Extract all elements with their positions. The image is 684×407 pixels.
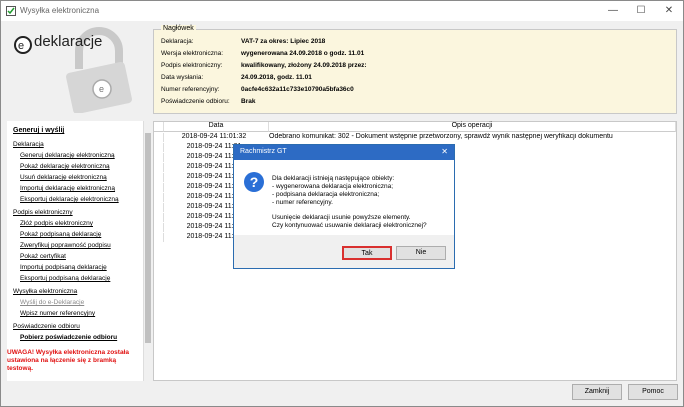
sidebar-item-deklaracja[interactable]: Deklaracja (13, 141, 44, 148)
row-selector-icon (154, 213, 164, 222)
row-selector-icon (154, 163, 164, 172)
header-value: kwalifikowany, złożony 24.09.2018 przez: (241, 62, 367, 69)
row-selector-icon (154, 183, 164, 192)
dialog-message-line: - podpisana deklaracja elektroniczna; (272, 191, 380, 198)
row-date: 2018-09-24 11:01:32 (181, 133, 247, 140)
sidebar-item-send: Wyślij do e-Deklaracje (20, 299, 85, 306)
edeklaracje-logo: e e deklaracje (9, 25, 139, 115)
row-selector-icon (154, 223, 164, 232)
header-value: 0acfe4c632a11c733e10790a5bfa36c0 (241, 86, 354, 93)
header-label: Numer referencyjny: (161, 86, 220, 93)
sidebar-item-sending[interactable]: Wysyłka elektroniczna (13, 288, 77, 295)
yes-button[interactable]: Tak (342, 246, 392, 260)
dialog-message-line: - numer referencyjny. (272, 199, 333, 206)
column-header-label: Data (208, 122, 224, 129)
sidebar-item-receipt[interactable]: Poświadczenie odbioru (13, 323, 80, 330)
sidebar: Generuj i wyślij Deklaracja Generuj dekl… (7, 121, 143, 381)
svg-text:e: e (18, 40, 24, 52)
column-header-label: Opis operacji (451, 122, 493, 129)
dialog-message-line: - wygenerowana deklaracja elektroniczna; (272, 183, 394, 190)
header-value: Brak (241, 98, 256, 105)
logo-text: deklaracje (34, 33, 103, 50)
header-label: Wersja elektroniczna: (161, 50, 224, 57)
confirm-dialog: Rachmistrz GT ✕ ? Dla deklaracji istniej… (233, 144, 455, 269)
sidebar-item-generate[interactable]: Generuj deklarację elektroniczną (20, 152, 115, 159)
app-icon (6, 6, 16, 16)
main-window: Wysyłka elektroniczna — ☐ ✕ e e deklarac… (0, 0, 684, 407)
row-selector-icon (154, 173, 164, 182)
title-bar: Wysyłka elektroniczna — ☐ ✕ (1, 1, 683, 21)
sidebar-item-import[interactable]: Importuj deklarację elektroniczną (20, 185, 115, 192)
dialog-message-line: Dla deklaracji istnieją następujące obie… (272, 175, 395, 182)
no-button[interactable]: Nie (396, 246, 446, 260)
sidebar-item-certificate[interactable]: Pokaż certyfikat (20, 253, 66, 260)
help-button[interactable]: Pomoc (628, 384, 678, 400)
sidebar-item-show-signed[interactable]: Pokaż podpisaną deklarację (20, 231, 101, 238)
row-selector-icon (154, 193, 164, 202)
row-selector-icon (154, 203, 164, 212)
sidebar-item-reference[interactable]: Wpisz numer referencyjny (20, 310, 95, 317)
column-header-description[interactable]: Opis operacji (269, 122, 676, 132)
header-value: wygenerowana 24.09.2018 o godz. 11.01 (241, 50, 365, 57)
header-value: VAT-7 za okres: Lipiec 2018 (241, 38, 326, 45)
sidebar-item-signature[interactable]: Podpis elektroniczny (13, 209, 73, 216)
scrollbar-thumb[interactable] (145, 133, 151, 343)
sidebar-item-export[interactable]: Eksportuj deklarację elektroniczną (20, 196, 119, 203)
dialog-footer: Tak Nie (234, 235, 454, 268)
table-row[interactable]: 2018-09-24 11:01:32 Odebrano komunikat: … (154, 133, 676, 142)
dialog-message-line: Usunięcie deklaracji usunie powyższe ele… (272, 214, 411, 221)
minimize-icon[interactable]: — (599, 1, 627, 21)
sidebar-item-show[interactable]: Pokaż deklarację elektroniczną (20, 163, 110, 170)
header-legend: Nagłówek (161, 25, 196, 32)
dialog-title-bar: Rachmistrz GT ✕ (234, 145, 454, 160)
row-selector-icon (154, 133, 164, 142)
sidebar-item-verify[interactable]: Zweryfikuj poprawność podpisu (20, 242, 111, 249)
dialog-title: Rachmistrz GT (240, 148, 287, 155)
svg-text:e: e (99, 84, 104, 94)
sidebar-scrollbar[interactable] (143, 121, 152, 381)
sidebar-item-export-signed[interactable]: Eksportuj podpisaną deklarację (20, 275, 110, 282)
dialog-body: ? Dla deklaracji istnieją następujące ob… (234, 160, 454, 235)
maximize-icon[interactable]: ☐ (627, 1, 655, 21)
question-icon: ? (244, 172, 264, 192)
sidebar-item-delete[interactable]: Usuń deklarację elektroniczną (20, 174, 107, 181)
sidebar-item-fetch-receipt[interactable]: Pobierz poświadczenie odbioru (20, 334, 117, 341)
header-label: Data wysłania: (161, 74, 204, 81)
dialog-close-icon[interactable]: ✕ (441, 147, 448, 156)
window-title: Wysyłka elektroniczna (20, 6, 100, 15)
header-label: Poświadczenie odbioru: (161, 98, 230, 105)
header-label: Podpis elektroniczny: (161, 62, 223, 69)
sidebar-item-sign[interactable]: Złóż podpis elektroniczny (20, 220, 93, 227)
sidebar-item-import-signed[interactable]: Importuj podpisaną deklarację (20, 264, 107, 271)
row-selector-icon (154, 233, 164, 242)
test-gateway-warning: UWAGA! Wysyłka elektroniczna została ust… (7, 349, 129, 372)
close-icon[interactable]: ✕ (655, 1, 683, 21)
row-description: Odebrano komunikat: 302 - Dokument wstęp… (269, 133, 613, 140)
close-button[interactable]: Zamknij (572, 384, 622, 400)
header-label: Deklaracja: (161, 38, 194, 45)
header-group: Nagłówek Deklaracja: VAT-7 za okres: Lip… (153, 25, 677, 114)
table-corner (154, 122, 164, 132)
row-selector-icon (154, 143, 164, 152)
dialog-message-line: Czy kontynuować usuwanie deklaracji elek… (272, 222, 427, 229)
sidebar-title[interactable]: Generuj i wyślij (13, 127, 64, 134)
header-value: 24.09.2018, godz. 11.01 (241, 74, 312, 81)
row-selector-icon (154, 153, 164, 162)
column-header-date[interactable]: Data (164, 122, 269, 132)
